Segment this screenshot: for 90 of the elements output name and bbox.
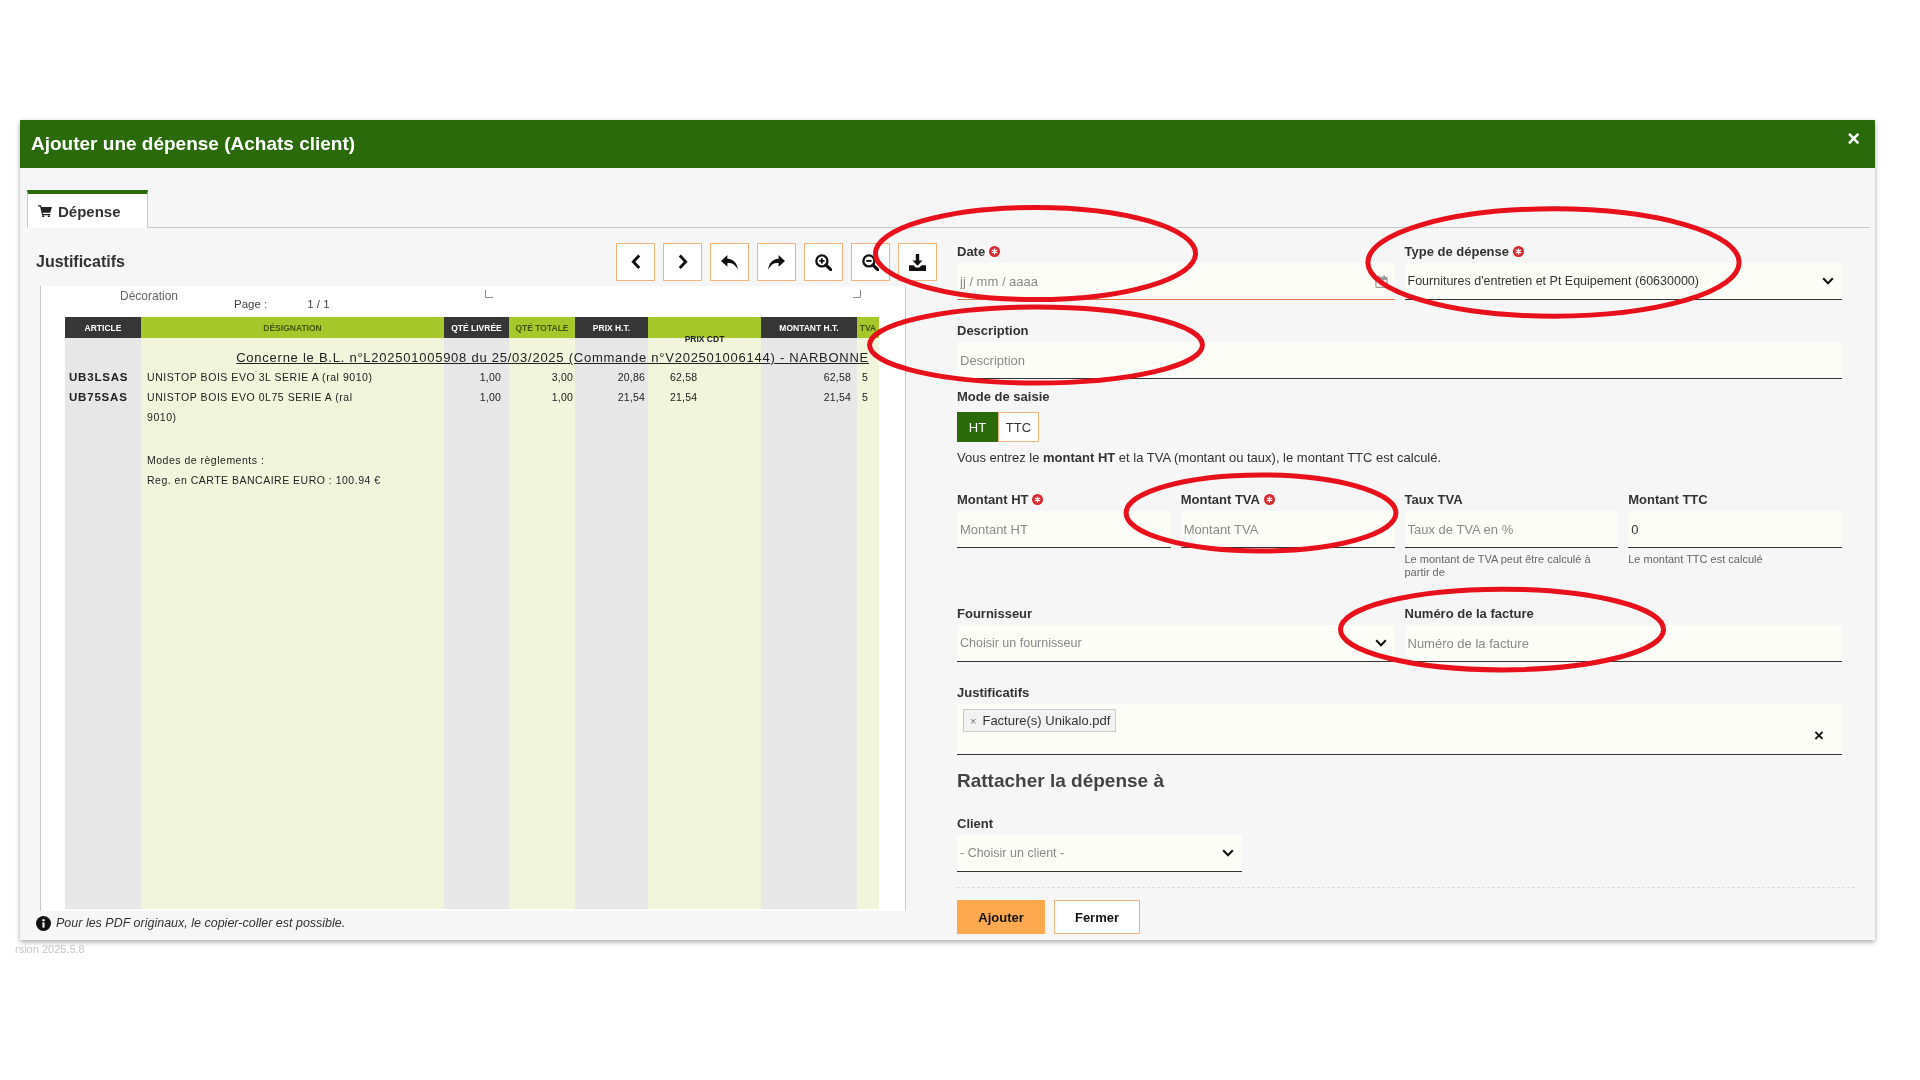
rotate-right-button[interactable] <box>757 243 796 281</box>
payment-text: Reg. en CARTE BANCAIRE EURO : 100.94 € <box>146 473 381 488</box>
zoom-out-icon <box>862 253 879 271</box>
table-cell-text: 21,54 <box>617 390 646 405</box>
document-heading: Décoration <box>120 289 179 303</box>
chevron-left-icon <box>630 254 641 270</box>
corner-mark-icon <box>484 290 493 298</box>
table-cell-text: 5 <box>861 390 869 405</box>
table-cell-text: 1,00 <box>551 390 574 405</box>
payment-title: Modes de règlements : <box>146 453 265 468</box>
table-cell-text: 5 <box>861 370 869 385</box>
previous-page-button[interactable] <box>616 243 655 281</box>
table-cell-text: 1,00 <box>479 390 502 405</box>
field-label: Mode de saisie <box>957 388 1050 404</box>
zoom-in-button[interactable] <box>804 243 843 281</box>
curved-arrow-right-icon <box>768 254 785 270</box>
tab[interactable]: Dépense <box>27 190 148 228</box>
rotate-left-button[interactable] <box>710 243 749 281</box>
table-cell-text: UNISTOP BOIS EVO 0L75 SERIE A (ral 9010) <box>146 390 354 425</box>
hint-text: Le montant de TVA peut être calculé à partir de <box>1404 553 1592 579</box>
close-button[interactable]: × <box>1844 128 1863 150</box>
dropdown[interactable]: - Choisir un client - <box>957 835 1242 872</box>
text-input[interactable]: Description <box>957 342 1842 379</box>
field-label: Montant TVA <box>1180 491 1260 507</box>
corner-mark-icon <box>852 290 861 298</box>
column-header: DÉSIGNATION <box>141 317 444 338</box>
zoom-in-icon <box>815 253 832 271</box>
dropdown[interactable]: Fournitures d'entretien et Pt Equipement (60630000) <box>1404 263 1842 300</box>
reference-text: Concerne le B.L. n°L202501005908 du 25/03/2025 (Commande n°V202501006144) - NARBONNE <box>236 350 869 365</box>
section-heading: Rattacher la dépense à <box>957 770 1165 792</box>
chevron-right-icon <box>677 254 688 270</box>
chevron-down-icon <box>1374 639 1387 647</box>
table-cell-text: 3,00 <box>551 370 574 385</box>
field-label: Date <box>957 243 986 259</box>
dialog-title: Ajouter une dépense (Achats client) <box>31 133 356 155</box>
field-label: Montant TTC <box>1628 491 1708 507</box>
field-label: Fournisseur <box>957 605 1033 621</box>
page-number: 1 / 1 <box>307 298 330 310</box>
calendar-icon <box>1374 275 1388 288</box>
table-cell-text: 21,54 <box>669 390 698 405</box>
table-cell-text: UNISTOP BOIS EVO 3L SERIE A (ral 9010) <box>146 370 373 385</box>
table-cell-text: 62,58 <box>669 370 698 385</box>
field-label: Justificatifs <box>957 684 1030 700</box>
note-text: Pour les PDF originaux, le copier-coller est possible. <box>56 916 346 930</box>
hint-text: Le montant TTC est calculé <box>1628 553 1764 566</box>
toggle-button[interactable]: HT <box>957 412 998 442</box>
field-label: Client <box>957 815 994 831</box>
field-label: Numéro de la facture <box>1404 605 1534 621</box>
table-cell-text: 21,54 <box>823 390 852 405</box>
add-button[interactable]: Ajouter <box>957 900 1045 934</box>
text-input[interactable]: 0 <box>1628 511 1842 548</box>
table-cell-text: 20,86 <box>617 370 646 385</box>
version-text: rsion 2025.5.8 <box>14 943 86 955</box>
column-header: PRIX H.T. <box>575 317 648 338</box>
file-field[interactable]: × Facture(s) Unikalo.pdf × <box>957 704 1842 755</box>
column-header: TVA <box>857 317 879 338</box>
date-input[interactable]: jj / mm / aaaa <box>957 263 1395 300</box>
column-header: ARTICLE <box>65 317 141 338</box>
file-name: Facture(s) Unikalo.pdf <box>982 713 1111 728</box>
cart-icon <box>38 204 52 218</box>
column-header: MONTANT H.T. <box>761 317 857 338</box>
toggle-button[interactable]: TTC <box>998 412 1039 442</box>
column-header: QTÉ LIVRÉE <box>444 317 509 338</box>
clear-button[interactable]: × <box>1814 728 1824 744</box>
next-page-button[interactable] <box>663 243 702 281</box>
dropdown[interactable]: Choisir un fournisseur <box>957 625 1395 662</box>
chevron-down-icon <box>1222 849 1234 857</box>
table-cell-text: UB75SAS <box>68 390 128 405</box>
download-icon <box>909 253 926 271</box>
column-header: QTÉ TOTALE <box>509 317 575 338</box>
help-text: Vous entrez le montant HT et la TVA (montant ou taux), le montant TTC est calculé. <box>957 450 1443 465</box>
curved-arrow-left-icon <box>721 254 738 270</box>
field-label: Description <box>957 322 1029 338</box>
section-title: Justificatifs <box>36 253 125 271</box>
info-icon <box>36 915 51 931</box>
text-input[interactable]: Numéro de la facture <box>1404 625 1842 662</box>
field-label: Montant HT <box>957 491 1029 507</box>
text-input[interactable]: Montant HT <box>957 511 1171 548</box>
table-cell-text: 1,00 <box>479 370 502 385</box>
close-form-button[interactable]: Fermer <box>1054 900 1140 934</box>
text-input[interactable]: Taux de TVA en % <box>1404 511 1619 548</box>
download-button[interactable] <box>898 243 937 281</box>
table-cell-text: UB3LSAS <box>68 370 129 385</box>
table-cell-text: 62,58 <box>823 370 852 385</box>
field-label: Taux TVA <box>1404 491 1463 507</box>
text-input[interactable]: Montant TVA <box>1180 511 1395 548</box>
page-label: Page : <box>234 298 268 310</box>
field-label: Type de dépense <box>1404 243 1509 259</box>
remove-file-button[interactable]: × <box>970 714 977 727</box>
chevron-down-icon <box>1822 277 1834 285</box>
